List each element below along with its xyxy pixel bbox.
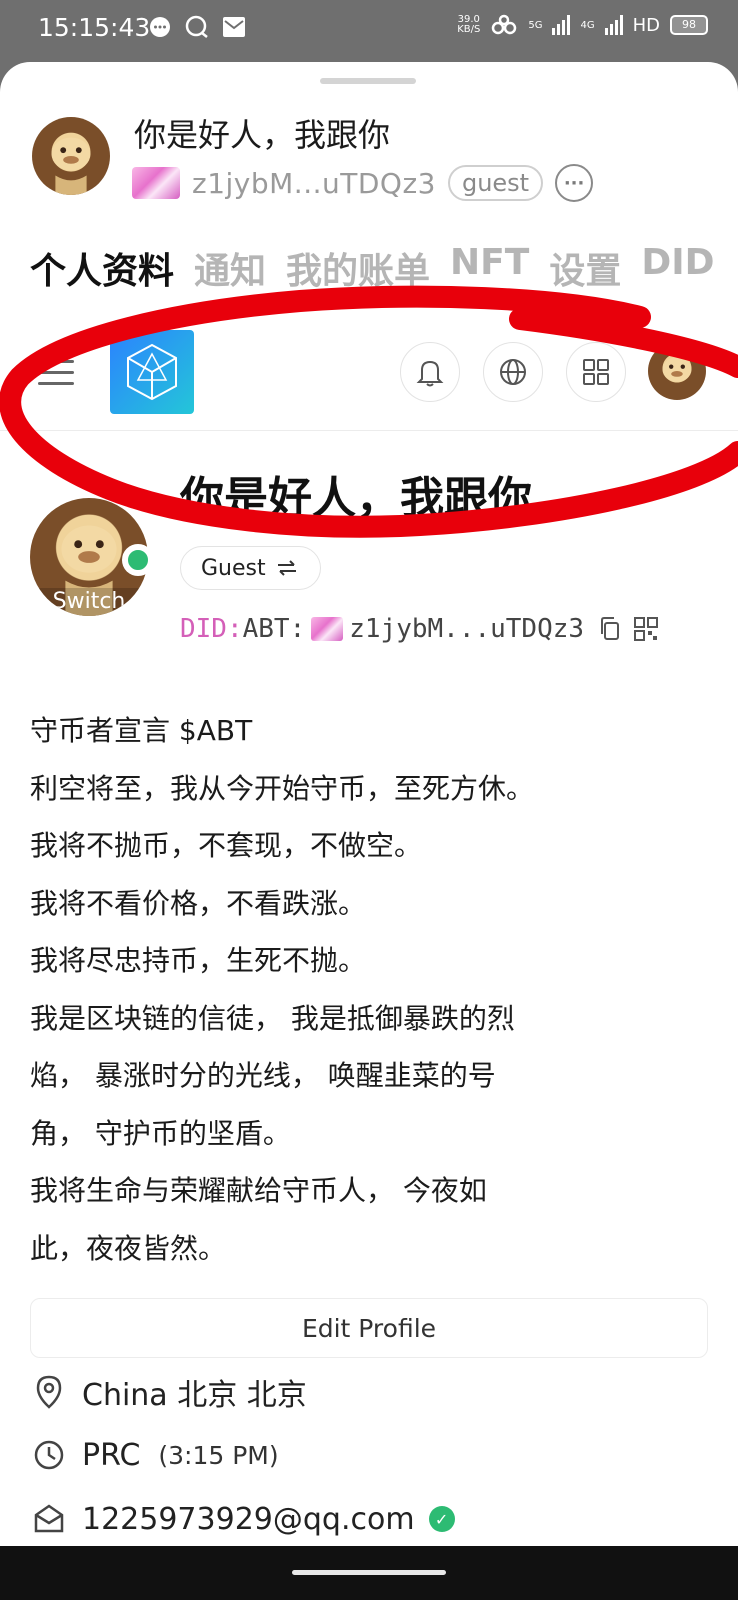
qr-code-icon[interactable] [634,617,659,641]
role-switch-button[interactable]: Guest [180,546,321,590]
bio-line: 此，夜夜皆然。 [30,1231,227,1265]
app-logo[interactable] [110,330,194,414]
did-prefix: DID: [180,614,243,644]
system-icons: 39.0 KB/S 5G 4G HD 98 [457,14,708,36]
role-switch-label: Guest [201,555,266,581]
location-pin-icon [36,1375,62,1409]
did-avatar-small-icon [311,617,344,641]
home-indicator[interactable] [292,1570,446,1575]
role-badge: guest [447,165,544,201]
online-status-indicator [122,544,154,576]
message-icon [185,15,208,38]
apps-grid-icon [583,359,609,385]
appbar-avatar[interactable] [648,342,706,400]
tab-did[interactable]: DID [641,242,714,294]
email-row: 1225973929@qq.com ✓ [30,1500,455,1538]
net-speed: 39.0 KB/S [457,14,481,35]
tab-profile[interactable]: 个人资料 [30,242,174,294]
timezone-row: PRC (3:15 PM) [30,1436,279,1474]
header-did-row: z1jybM...uTDQz3 guest ··· [132,164,594,202]
more-options-button[interactable]: ··· [555,164,594,202]
profile-name: 你是好人，我跟你 [180,473,532,524]
profile-sheet: 你是好人，我跟你 z1jybM...uTDQz3 guest ··· 个人资料 … [0,62,738,1546]
timezone-text: PRC [82,1437,141,1473]
swap-arrows-icon [277,560,296,576]
header-avatar[interactable] [32,117,110,195]
profile-tabs: 个人资料 通知 我的账单 NFT 设置 DID [30,242,715,294]
cube-logo-icon [127,343,177,401]
did-chain: ABT: [242,614,306,644]
apps-button[interactable] [566,342,626,402]
bell-icon [416,360,444,387]
bio-line: 我将不抛币，不套现，不做空。 [30,829,423,862]
tab-settings[interactable]: 设置 [549,242,621,294]
bio-line: 焰， 暴涨时分的光线， 唤醒韭菜的号 [30,1059,496,1092]
chat-bubble-icon [150,17,170,37]
hd-indicator: HD [632,14,660,36]
bio-line: 我是区块链的信徒， 我是抵御暴跌的烈 [30,1001,515,1035]
sheet-grabber[interactable] [320,78,416,84]
avatar-image-small [662,357,692,382]
email-text[interactable]: 1225973929@qq.com [82,1502,415,1537]
bio-line: 我将尽忠持币，生死不抛。 [30,944,367,977]
profile-did[interactable]: z1jybM...uTDQz3 [349,614,584,644]
menu-icon[interactable] [38,360,74,388]
did-line: DID: ABT: z1jybM...uTDQz3 [180,614,659,644]
signal-bars-icon [552,15,571,35]
verified-icon: ✓ [428,1506,455,1532]
profile-bio: 守币者宣言 $ABT 利空将至，我从今开始守币，至死方休。 我将不抛币，不套现，… [30,702,670,1277]
bio-line: 角， 守护币的坚盾。 [30,1116,291,1150]
avatar-image [51,137,91,195]
notification-icons [148,15,246,39]
tab-nft[interactable]: NFT [450,242,529,294]
app-bar [0,322,738,431]
battery-indicator: 98 [670,15,708,35]
edit-profile-button[interactable]: Edit Profile [30,1298,708,1358]
switch-avatar-label[interactable]: Switch [30,588,148,616]
bio-line: 守币者宣言 $ABT [30,714,253,747]
location-text: China 北京 北京 [82,1378,307,1413]
local-time-text: (3:15 PM) [158,1440,279,1470]
status-time: 15:15:43 [38,13,151,42]
signal-5g: 5G [528,19,543,31]
location-row: China 北京 北京 [30,1370,307,1414]
bio-line: 利空将至，我从今开始守币，至死方休。 [30,771,535,805]
tab-notifications[interactable]: 通知 [194,242,266,294]
mail-notification-icon [223,17,245,37]
did-avatar-icon [132,167,180,199]
copy-icon[interactable] [598,616,622,642]
bio-line: 我将生命与荣耀献给守币人， 今夜如 [30,1174,487,1207]
mail-icon [34,1504,64,1533]
status-bar: 15:15:43 39.0 KB/S 5G 4G HD 98 [0,0,738,62]
header-did[interactable]: z1jybM...uTDQz3 [192,167,436,200]
hotspot-icon [492,14,517,35]
tab-billing[interactable]: 我的账单 [286,242,430,294]
system-nav-bar [0,1546,738,1600]
header-user-name: 你是好人，我跟你 [134,116,391,154]
language-button[interactable] [483,342,543,402]
clock-icon [34,1440,64,1470]
signal-bars-icon-2 [604,15,623,35]
notifications-button[interactable] [400,342,460,402]
globe-icon [500,359,526,385]
more-dots-icon: ··· [563,172,585,194]
bio-line: 我将不看价格，不看跌涨。 [30,886,367,920]
signal-4g: 4G [580,19,595,31]
